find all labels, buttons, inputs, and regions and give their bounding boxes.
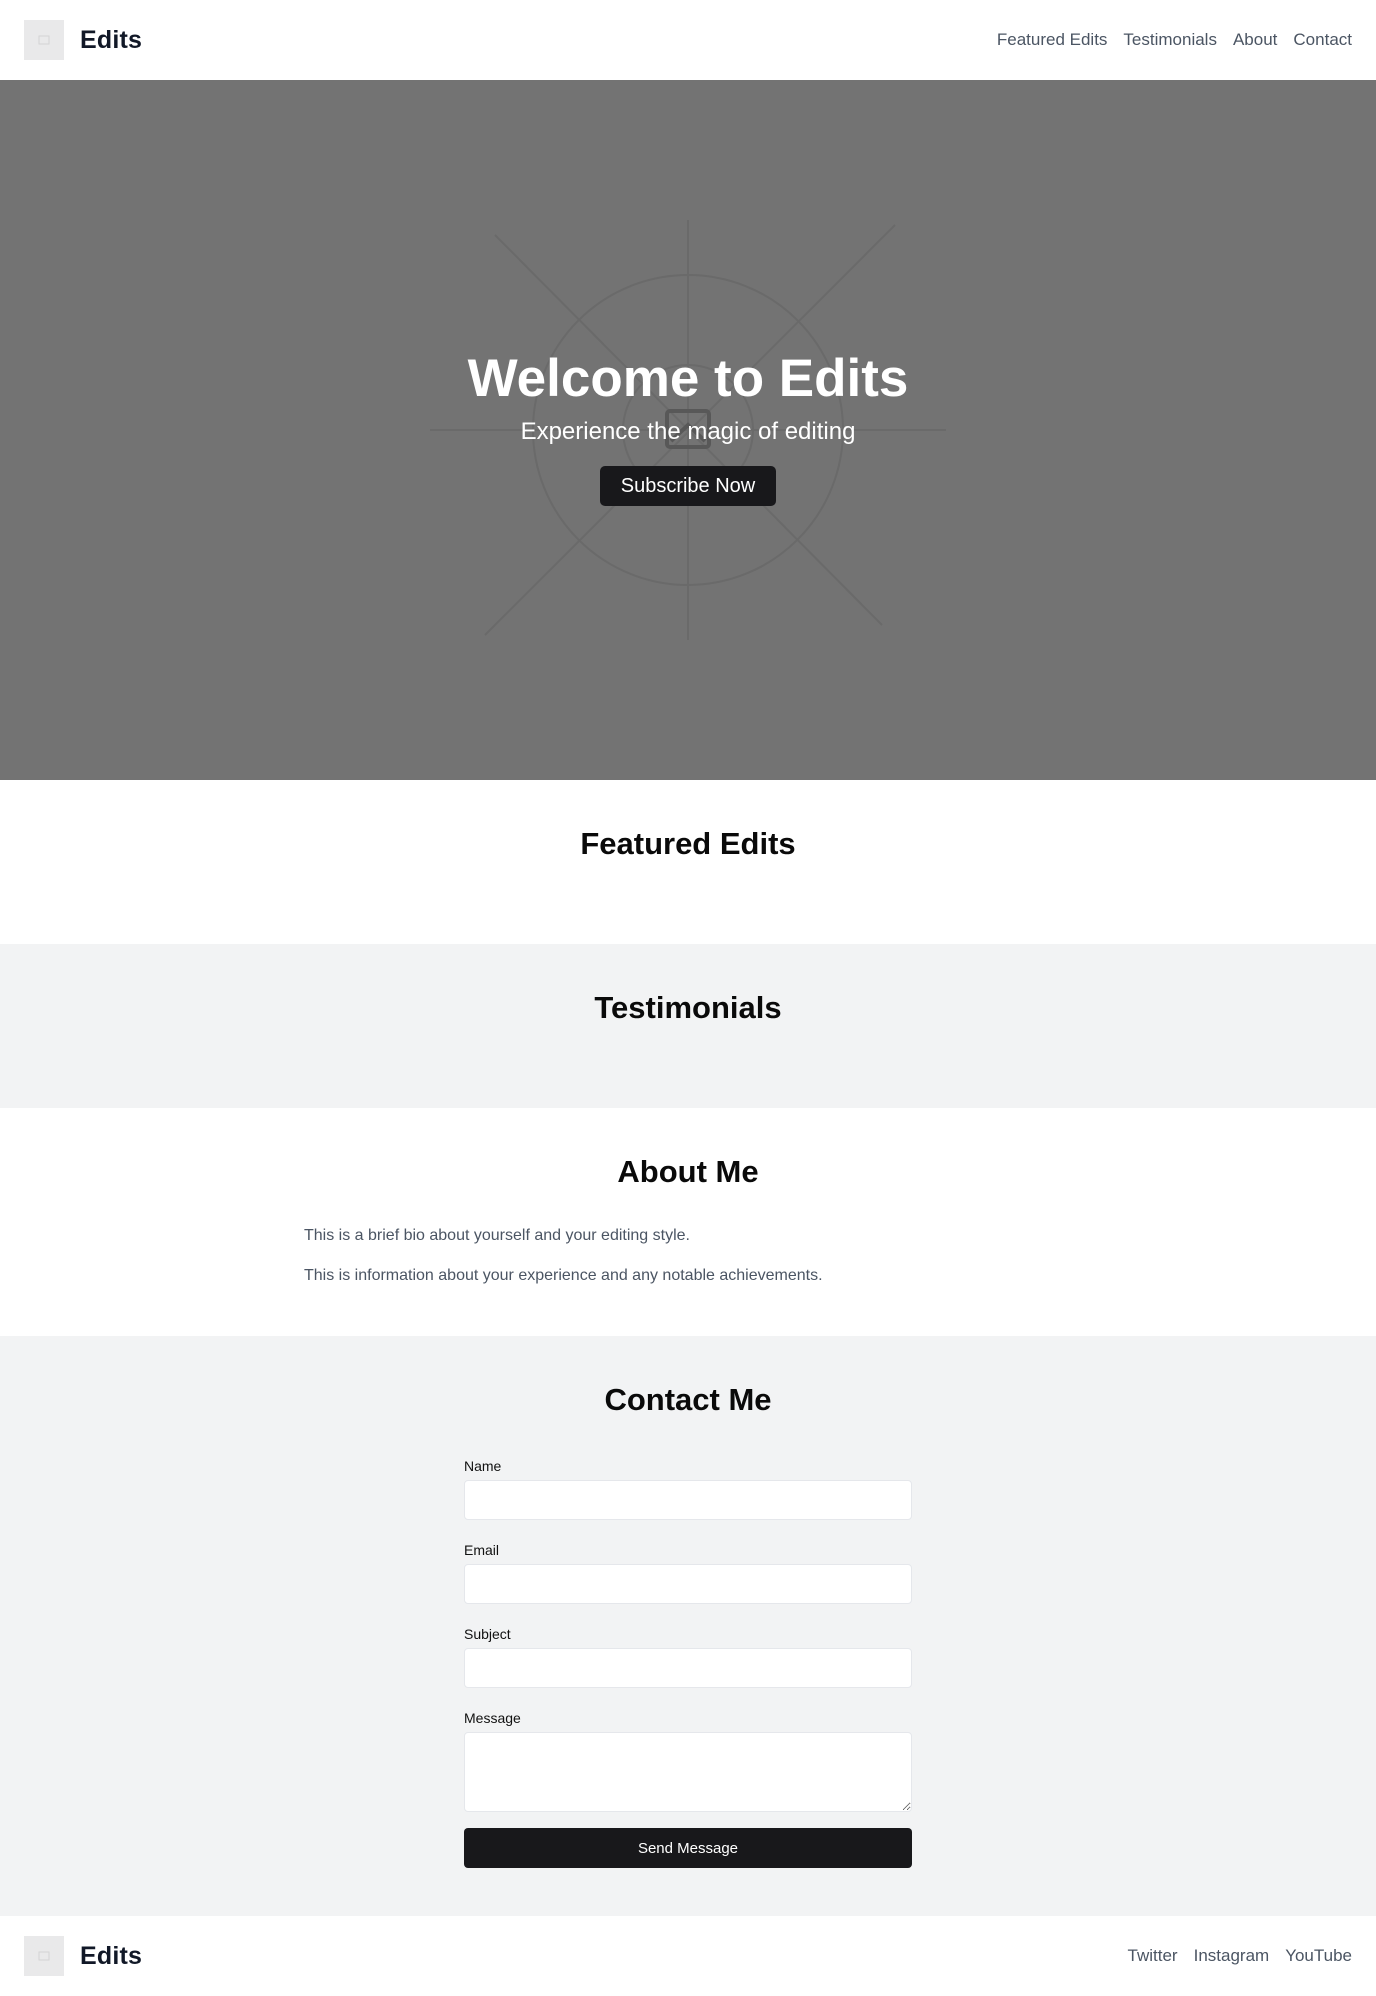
subject-label: Subject [464,1626,511,1642]
contact-form: Name Email Subject Message Send Message [464,1456,912,1868]
about-heading: About Me [617,1154,759,1189]
site-header: Edits Featured Edits Testimonials About … [0,0,1376,80]
image-placeholder-icon [38,1951,50,1961]
hero-title: Welcome to Edits [467,349,909,408]
social-links: Twitter Instagram YouTube [1128,1946,1352,1966]
nav-link-featured-edits[interactable]: Featured Edits [997,30,1108,50]
nav-link-about[interactable]: About [1233,30,1277,50]
featured-edits-heading: Featured Edits [580,826,796,861]
hero-section: Welcome to Edits Experience the magic of… [0,80,1376,780]
contact-heading: Contact Me [604,1382,772,1417]
brand[interactable]: Edits [24,20,142,60]
footer-brand-name: Edits [80,1941,143,1970]
instagram-link[interactable]: Instagram [1194,1946,1270,1966]
brand-name: Edits [80,25,143,54]
send-message-button[interactable]: Send Message [464,1828,912,1868]
contact-section: Contact Me Name Email Subject Message Se… [0,1336,1376,1916]
message-field[interactable] [464,1732,912,1812]
name-label: Name [464,1458,502,1474]
footer-brand[interactable]: Edits [24,1936,142,1976]
about-text: This is a brief bio about yourself and y… [304,1226,1072,1306]
nav-link-contact[interactable]: Contact [1293,30,1352,50]
logo-image [24,20,64,60]
nav-link-testimonials[interactable]: Testimonials [1123,30,1217,50]
about-bio: This is a brief bio about yourself and y… [304,1227,690,1244]
footer-logo-image [24,1936,64,1976]
about-experience: This is information about your experienc… [304,1267,823,1284]
subject-field[interactable] [464,1648,912,1688]
hero-subtitle: Experience the magic of editing [520,418,856,445]
youtube-link[interactable]: YouTube [1285,1946,1352,1966]
main-nav: Featured Edits Testimonials About Contac… [997,30,1352,50]
message-label: Message [464,1710,521,1726]
site-footer: Edits Twitter Instagram YouTube [0,1916,1376,1996]
testimonials-heading: Testimonials [594,990,782,1025]
testimonials-section: Testimonials [0,944,1376,1108]
email-field[interactable] [464,1564,912,1604]
featured-edits-section: Featured Edits [0,780,1376,944]
email-label: Email [464,1542,500,1558]
about-section: About Me This is a brief bio about yours… [0,1108,1376,1336]
subscribe-button[interactable]: Subscribe Now [600,466,776,506]
name-field[interactable] [464,1480,912,1520]
twitter-link[interactable]: Twitter [1128,1946,1178,1966]
image-placeholder-icon [38,35,50,45]
